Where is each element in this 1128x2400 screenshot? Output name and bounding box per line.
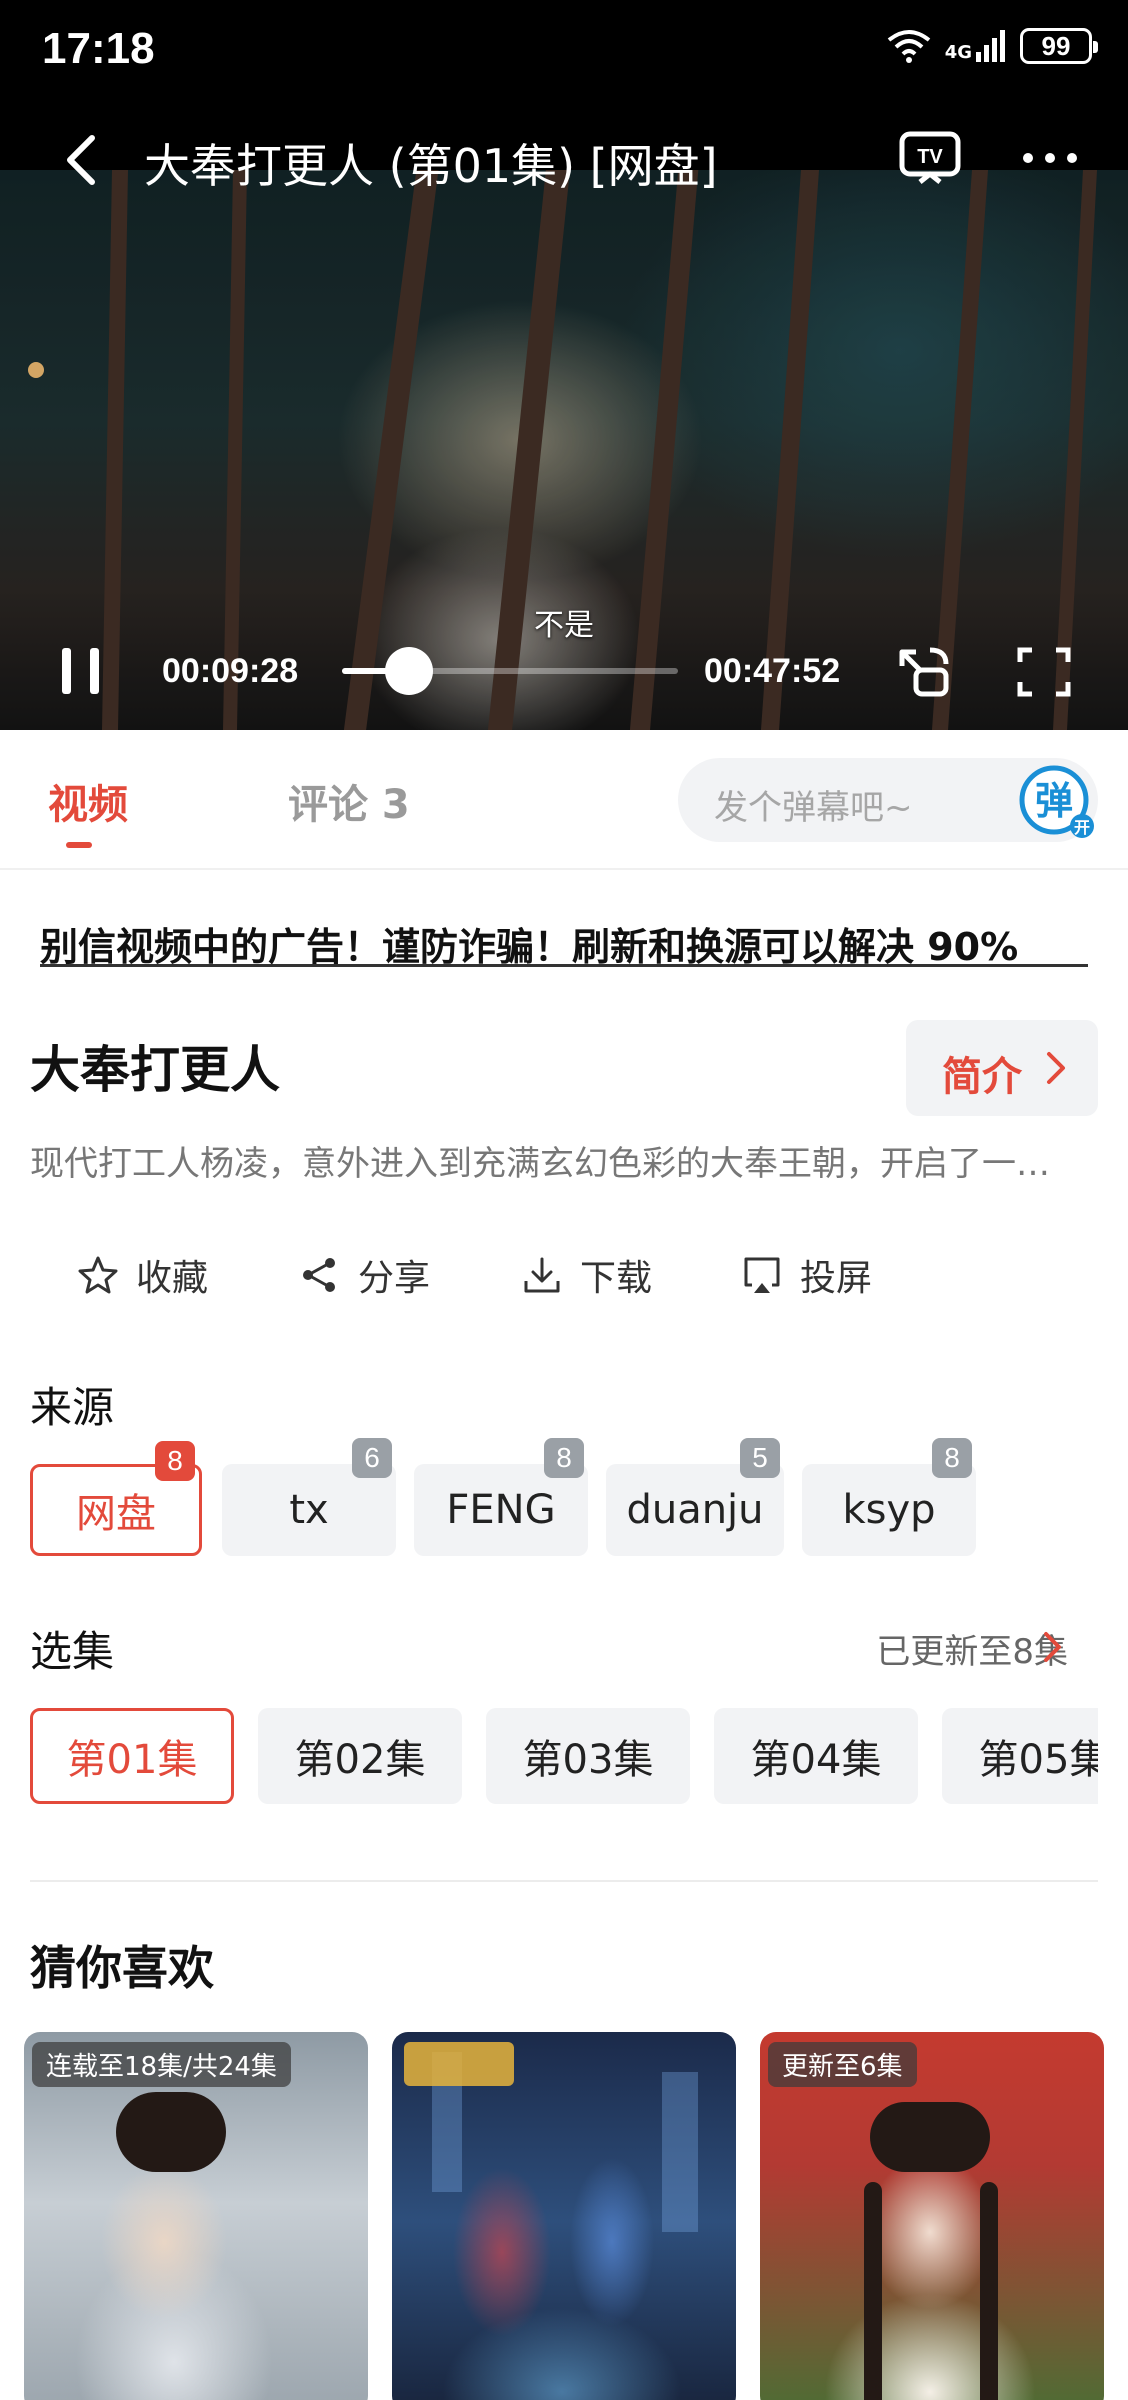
- download-button[interactable]: 下载: [522, 1250, 652, 1300]
- recommend-card[interactable]: 连载至18集/共24集: [24, 2032, 368, 2400]
- episode-section-title: 选集: [30, 1627, 115, 1676]
- progress-knob[interactable]: [384, 647, 433, 695]
- source-chip-tx[interactable]: tx 6: [222, 1438, 396, 1556]
- player-title: 大奉打更人 (第01集) [网盘]: [144, 139, 718, 193]
- source-section-title: 来源: [30, 1383, 115, 1432]
- star-icon: [78, 1256, 118, 1294]
- source-count-badge: 6: [352, 1438, 392, 1478]
- show-title: 大奉打更人: [30, 1041, 280, 1099]
- progress-bar[interactable]: [342, 647, 678, 695]
- status-bar: 17:18 4G 99: [0, 0, 1128, 100]
- source-chip-label: ksyp: [842, 1487, 936, 1533]
- favorite-label: 收藏: [136, 1258, 209, 1299]
- notice-text: 别信视频中的广告！谨防诈骗！刷新和换源可以解决 90%: [40, 925, 1019, 969]
- video-player[interactable]: 17:18 4G 99 大奉打更人 (第01集) [网盘] TV 不是 00:0…: [0, 0, 1128, 730]
- danmu-placeholder: 发个弹幕吧~: [714, 788, 913, 828]
- download-label: 下载: [580, 1258, 653, 1299]
- favorite-button[interactable]: 收藏: [78, 1250, 208, 1300]
- player-top-bar: 大奉打更人 (第01集) [网盘] TV: [0, 110, 1128, 210]
- cast-label: 投屏: [800, 1258, 873, 1299]
- notice-marquee: 别信视频中的广告！谨防诈骗！刷新和换源可以解决 90%: [40, 912, 1088, 972]
- recommend-badge: 连载至18集/共24集: [32, 2042, 291, 2087]
- danmu-input[interactable]: 发个弹幕吧~ 弹 开: [678, 758, 1098, 842]
- share-button[interactable]: 分享: [300, 1250, 430, 1300]
- danmu-button-sub: 开: [1074, 818, 1090, 837]
- svg-text:TV: TV: [917, 146, 943, 168]
- video-subtitle: 不是: [534, 608, 594, 643]
- show-description: 现代打工人杨凌，意外进入到充满玄幻色彩的大奉王朝，开启了一段传奇人生: [30, 1144, 1070, 1184]
- player-controls: 00:09:28 00:47:52: [0, 640, 1128, 700]
- wifi-icon: [887, 30, 930, 63]
- source-chip-label: tx: [289, 1487, 329, 1533]
- current-time: 00:09:28: [162, 652, 299, 690]
- battery-level: 99: [1041, 30, 1071, 61]
- source-chip-wangpan[interactable]: 网盘 8: [30, 1441, 202, 1556]
- rotate-screen-icon[interactable]: [896, 644, 952, 700]
- poster-artwork: [404, 2042, 698, 2232]
- more-icon[interactable]: [1020, 138, 1080, 178]
- source-count-badge: 5: [740, 1438, 780, 1478]
- total-time: 00:47:52: [704, 652, 841, 690]
- episode-item[interactable]: 第05集: [942, 1708, 1098, 1804]
- signal-bars-icon: [976, 30, 1005, 62]
- tab-comments[interactable]: 评论 3: [288, 772, 410, 830]
- action-bar: 收藏 分享 下载 投屏: [0, 1240, 1128, 1310]
- source-chip-duanju[interactable]: duanju 5: [606, 1438, 784, 1556]
- notice-underline: [40, 964, 1088, 967]
- status-icons: 4G 99: [887, 28, 1098, 64]
- recommend-card[interactable]: 更新至6集: [760, 2032, 1104, 2400]
- share-icon: [303, 1258, 335, 1292]
- active-tab-indicator: [66, 842, 92, 848]
- network-type: 4G: [944, 42, 972, 63]
- source-count-badge: 8: [155, 1441, 195, 1481]
- battery-icon: 99: [1020, 28, 1098, 64]
- intro-label: 简介: [942, 1054, 1022, 1100]
- source-count-badge: 8: [544, 1438, 584, 1478]
- source-chip-label: FENG: [446, 1487, 556, 1533]
- content-tabs: 视频 评论 3 发个弹幕吧~ 弹 开: [0, 730, 1128, 870]
- intro-button[interactable]: 简介: [906, 1020, 1098, 1116]
- cellular-signal-icon: 4G: [945, 30, 1006, 62]
- pause-icon[interactable]: [58, 646, 108, 696]
- chevron-right-icon: [1044, 1632, 1061, 1662]
- danmu-toggle-icon[interactable]: 弹 开: [1018, 762, 1098, 838]
- source-chip-label: duanju: [626, 1487, 764, 1533]
- episode-list: 第01集 第02集 第03集 第04集 第05集: [30, 1708, 1098, 1808]
- episode-item[interactable]: 第04集: [714, 1708, 918, 1804]
- status-time: 17:18: [42, 24, 155, 73]
- chevron-right-icon: [1047, 1052, 1065, 1084]
- share-label: 分享: [358, 1258, 431, 1299]
- back-icon[interactable]: [56, 130, 106, 190]
- recommend-title: 猜你喜欢: [30, 1941, 214, 1995]
- source-count-badge: 8: [932, 1438, 972, 1478]
- source-chip-label: 网盘: [76, 1491, 156, 1537]
- tab-video[interactable]: 视频: [48, 772, 128, 830]
- recommend-card[interactable]: [392, 2032, 736, 2400]
- section-divider: [30, 1880, 1098, 1882]
- recommend-badge: 更新至6集: [768, 2042, 917, 2087]
- episode-item[interactable]: 第02集: [258, 1708, 462, 1804]
- episode-update-link[interactable]: 已更新至8集: [876, 1624, 1068, 1673]
- tv-cast-icon[interactable]: TV: [898, 130, 962, 190]
- episode-item[interactable]: 第01集: [30, 1708, 234, 1804]
- danmu-button-label: 弹: [1035, 779, 1073, 823]
- episode-item[interactable]: 第03集: [486, 1708, 690, 1804]
- cast-icon: [744, 1257, 780, 1293]
- source-chip-ksyp[interactable]: ksyp 8: [802, 1438, 976, 1556]
- source-chip-feng[interactable]: FENG 8: [414, 1438, 588, 1556]
- fullscreen-icon[interactable]: [1016, 646, 1072, 698]
- cast-button[interactable]: 投屏: [742, 1250, 872, 1300]
- download-icon: [524, 1257, 560, 1293]
